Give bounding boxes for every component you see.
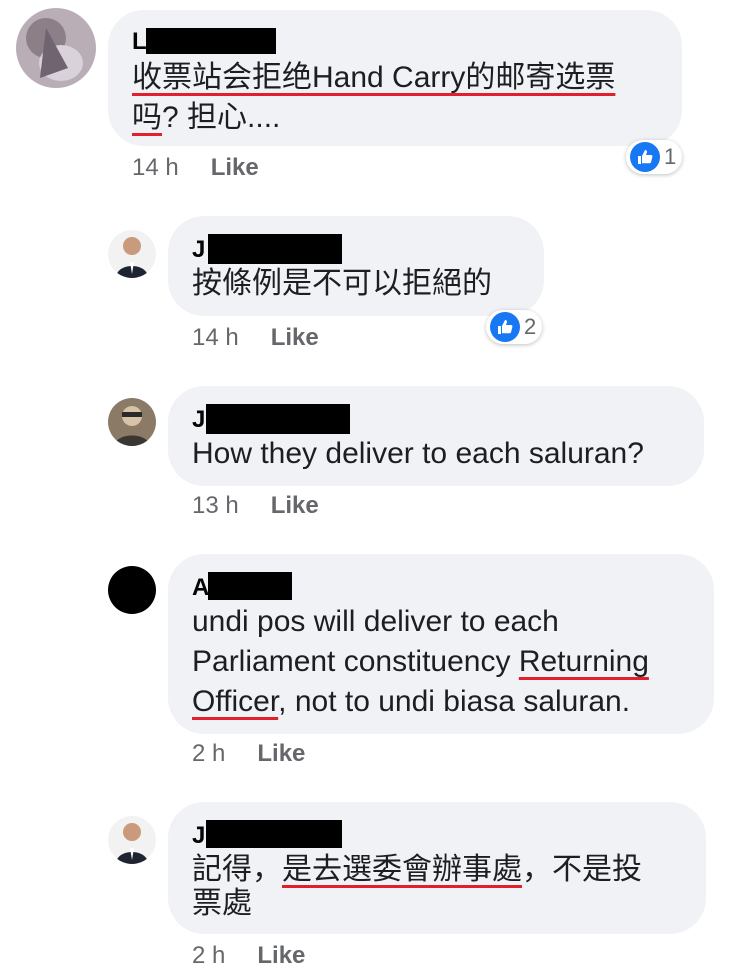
comment-text-5-line-1: 記得，是去選委會辦事處，不是投 bbox=[192, 853, 642, 886]
underlined-text: Returning bbox=[518, 645, 649, 678]
like-button[interactable]: Like bbox=[271, 492, 319, 519]
redaction-bar bbox=[208, 572, 292, 600]
underlined-text: Officer bbox=[192, 685, 279, 718]
commenter-name-5[interactable]: J bbox=[192, 822, 205, 850]
redaction-bar bbox=[206, 820, 342, 848]
reaction-count: 1 bbox=[664, 144, 677, 169]
comment-text-1-line-1: 收票站会拒绝Hand Carry的邮寄选票 bbox=[132, 58, 615, 98]
comment-text-2: 按條例是不可以拒絕的 bbox=[192, 267, 492, 300]
like-thumb-icon bbox=[630, 142, 660, 172]
underlined-text: 收票站会拒绝Hand Carry的邮寄选票 bbox=[132, 61, 616, 94]
redaction-bar bbox=[208, 234, 342, 264]
comment-timestamp[interactable]: 2 h bbox=[192, 740, 225, 768]
comment-text-3: How they deliver to each saluran? bbox=[192, 437, 644, 470]
avatar-commenter-2[interactable] bbox=[108, 230, 156, 278]
avatar-commenter-3[interactable] bbox=[108, 398, 156, 446]
comment-text-4-line-1: undi pos will deliver to each bbox=[192, 605, 559, 638]
comment-text-1-line-2: 吗? 担心.... bbox=[132, 101, 281, 134]
redaction-bar bbox=[146, 28, 276, 54]
reaction-badge-1[interactable]: 1 bbox=[626, 140, 683, 174]
commenter-name-2[interactable]: J bbox=[192, 236, 205, 264]
comment-timestamp[interactable]: 14 h bbox=[132, 154, 179, 182]
avatar-commenter-1[interactable] bbox=[16, 8, 96, 88]
commenter-name-3[interactable]: J bbox=[192, 406, 205, 434]
like-button[interactable]: Like bbox=[257, 740, 305, 767]
comment-meta-4: 2 h Like bbox=[192, 740, 305, 768]
reaction-badge-2[interactable]: 2 bbox=[486, 310, 543, 344]
like-thumb-icon bbox=[490, 312, 520, 342]
comment-meta-2: 14 h Like bbox=[192, 324, 319, 352]
underlined-text: 吗 bbox=[132, 101, 162, 134]
comment-text-5-line-2: 票處 bbox=[192, 887, 252, 920]
like-button[interactable]: Like bbox=[257, 942, 305, 969]
like-button[interactable]: Like bbox=[271, 324, 319, 351]
commenter-name-4[interactable]: A bbox=[192, 574, 209, 602]
comment-meta-5: 2 h Like bbox=[192, 942, 305, 970]
avatar-commenter-4[interactable] bbox=[108, 566, 156, 614]
redaction-bar bbox=[206, 404, 350, 434]
comment-timestamp[interactable]: 14 h bbox=[192, 324, 239, 352]
comment-timestamp[interactable]: 2 h bbox=[192, 942, 225, 970]
comment-text-4-line-3: Officer, not to undi biasa saluran. bbox=[192, 685, 631, 718]
comment-timestamp[interactable]: 13 h bbox=[192, 492, 239, 520]
like-button[interactable]: Like bbox=[211, 154, 259, 181]
comment-meta-1: 14 h Like bbox=[132, 154, 259, 182]
avatar-commenter-5[interactable] bbox=[108, 816, 156, 864]
comment-text-4-line-2: Parliament constituency Returning bbox=[192, 645, 649, 678]
reaction-count: 2 bbox=[524, 314, 537, 339]
underlined-text: 是去選委會辦事處 bbox=[282, 853, 522, 886]
commenter-name-1[interactable]: L bbox=[132, 28, 147, 56]
comment-meta-3: 13 h Like bbox=[192, 492, 319, 520]
